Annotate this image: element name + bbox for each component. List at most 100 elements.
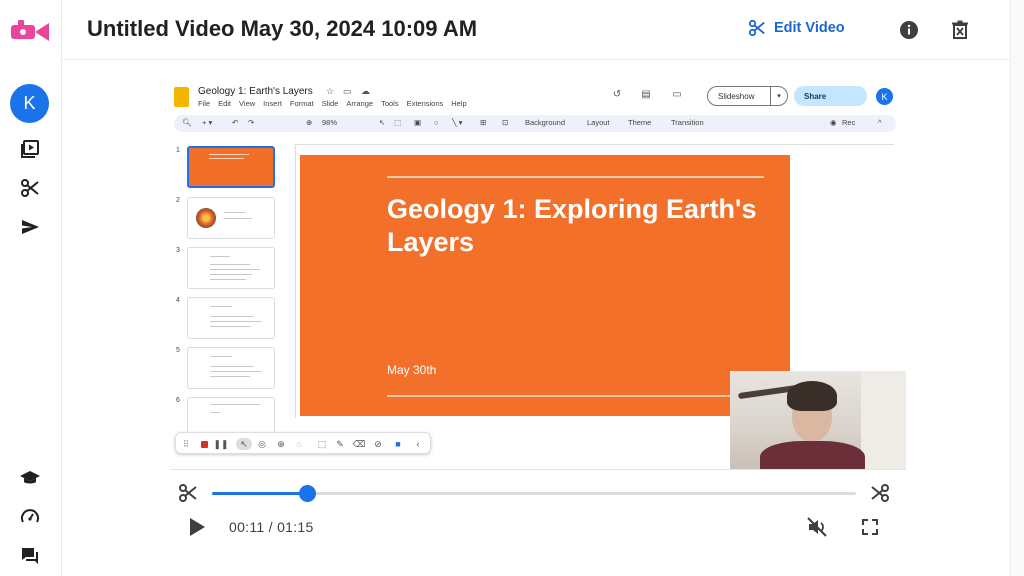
menu-arrange: Arrange: [346, 99, 374, 108]
slide-thumbnail-5: [187, 347, 275, 389]
left-rail: K: [0, 0, 62, 576]
video-frame[interactable]: Geology 1: Earth's Layers ☆ ▭ ☁ File Edi…: [170, 78, 906, 470]
transition-label: Transition: [671, 118, 704, 127]
menu-tools: Tools: [381, 99, 399, 108]
undo-icon: ↶: [232, 118, 239, 127]
history-icon: ↺: [612, 88, 622, 100]
app-root: K Untitled Video May 30, 2024 10:09 AM E…: [0, 0, 1024, 576]
thumb-number: 1: [176, 147, 180, 154]
eraser-icon: ⌫: [352, 438, 366, 449]
volume-off-icon[interactable]: [806, 516, 828, 538]
drag-handle-icon: ⠿: [182, 438, 190, 449]
menu-edit: Edit: [218, 99, 232, 108]
right-edge-panel: [1010, 0, 1024, 576]
chevron-up-icon: ^: [878, 118, 882, 127]
zoom-icon: ⊕: [306, 118, 313, 127]
thumb-number: 6: [176, 397, 180, 404]
video-title[interactable]: Untitled Video May 30, 2024 10:09 AM: [87, 16, 477, 42]
slide-thumbnail-2: [187, 197, 275, 239]
highlight-icon: ◌: [296, 439, 302, 449]
slides-avatar: K: [876, 88, 893, 105]
slide-divider-bottom: [387, 395, 764, 397]
menu-view: View: [239, 99, 256, 108]
menu-help: Help: [451, 99, 467, 108]
shape-icon: ○: [434, 118, 439, 127]
trim-start-scissors-icon[interactable]: [178, 483, 198, 503]
image-icon: ▣: [414, 118, 422, 127]
seek-bar[interactable]: [212, 485, 856, 502]
zoom-value: 98%: [322, 118, 338, 127]
menu-format: Format: [289, 99, 314, 108]
background-label: Background: [525, 118, 566, 127]
vertical-ruler: [288, 146, 296, 418]
slide-date: May 30th: [387, 363, 437, 377]
thumb-number: 2: [176, 197, 180, 204]
avatar-initial: K: [23, 93, 36, 113]
slideshow-button: Slideshow ▾: [707, 86, 788, 106]
edit-video-button[interactable]: Edit Video: [748, 19, 845, 37]
folder-icon: ▭: [343, 86, 352, 96]
slideshow-label: Slideshow: [718, 91, 755, 101]
video-library-icon[interactable]: [18, 137, 42, 161]
info-icon[interactable]: [898, 19, 920, 41]
app-logo-icon[interactable]: [9, 18, 51, 44]
plus-icon: + ▾: [202, 118, 213, 127]
chat-icon[interactable]: [18, 544, 42, 568]
slide-title: Geology 1: Exploring Earth's Layers: [387, 194, 757, 257]
seek-bar-progress: [212, 492, 307, 495]
thumb-number: 3: [176, 247, 180, 254]
menu-slide: Slide: [321, 99, 339, 108]
rec-label: Rec: [842, 118, 856, 127]
webcam-overlay: [730, 371, 906, 470]
menu-extensions: Extensions: [406, 99, 444, 108]
spotlight-icon: ◎: [258, 438, 266, 449]
thumb-number: 4: [176, 297, 180, 304]
slide-thumbnail-1: [187, 146, 275, 188]
seek-handle[interactable]: [298, 485, 316, 502]
search-icon: 🔍︎: [182, 118, 192, 127]
user-avatar[interactable]: K: [10, 84, 49, 123]
meet-icon: ▭: [672, 88, 682, 100]
redo-icon: ↷: [248, 118, 255, 127]
thumb-number: 5: [176, 347, 180, 354]
play-icon[interactable]: [188, 517, 206, 537]
menu-insert: Insert: [263, 99, 282, 108]
textbox-icon: ⊞: [480, 118, 487, 127]
star-icon: ☆: [326, 86, 335, 96]
chevron-left-icon: ‹: [416, 439, 420, 449]
line-icon: ╲ ▾: [452, 118, 463, 127]
cloud-icon: ☁: [361, 86, 370, 96]
horizontal-ruler: [294, 136, 894, 145]
edit-video-label: Edit Video: [774, 20, 845, 36]
gauge-icon[interactable]: [18, 505, 42, 529]
slide-thumbnail-3: [187, 247, 275, 289]
trim-end-scissors-icon[interactable]: [870, 483, 890, 503]
zoom-in-icon: ⊕: [277, 438, 285, 449]
time-display: 00:11 / 01:15: [229, 519, 314, 535]
slides-avatar-initial: K: [881, 91, 888, 102]
comment-add-icon: ⊡: [502, 118, 509, 127]
graduation-cap-icon[interactable]: [18, 466, 42, 490]
video-divider: [170, 469, 906, 470]
mic-off-icon: ⊘: [374, 438, 382, 449]
pointer-icon: ↖: [236, 438, 252, 450]
menu-file: File: [198, 99, 211, 108]
slides-logo-icon: [174, 87, 189, 107]
slide-divider-top: [387, 176, 764, 178]
crop-icon: ⬚: [317, 438, 327, 449]
slides-menu-bar: File Edit View Insert Format Slide Arran…: [198, 99, 467, 108]
scissors-icon[interactable]: [18, 176, 42, 200]
recording-toolbar: ⠿ ❚❚ ↖ ◎ ⊕ ◌ ⬚ ✎ ⌫ ⊘ ■ ‹: [175, 432, 431, 454]
fullscreen-icon[interactable]: [861, 518, 879, 536]
share-label: Share: [804, 91, 827, 101]
camera-icon: ■: [395, 439, 401, 449]
delete-icon[interactable]: [949, 19, 971, 41]
slides-toolbar: 🔍︎ + ▾ ↶ ↷ ⊕ 98% ↖ ⬚ ▣ ○ ╲ ▾ ⊞ ⊡ Backgro…: [174, 115, 896, 132]
main-slide: Geology 1: Exploring Earth's Layers May …: [300, 155, 790, 416]
share-button: Share: [794, 86, 867, 106]
slide-thumbnail-4: [187, 297, 275, 339]
select-icon: ⬚: [394, 118, 402, 127]
send-icon[interactable]: [18, 215, 42, 239]
stop-icon: [198, 438, 210, 450]
layout-label: Layout: [587, 118, 610, 127]
